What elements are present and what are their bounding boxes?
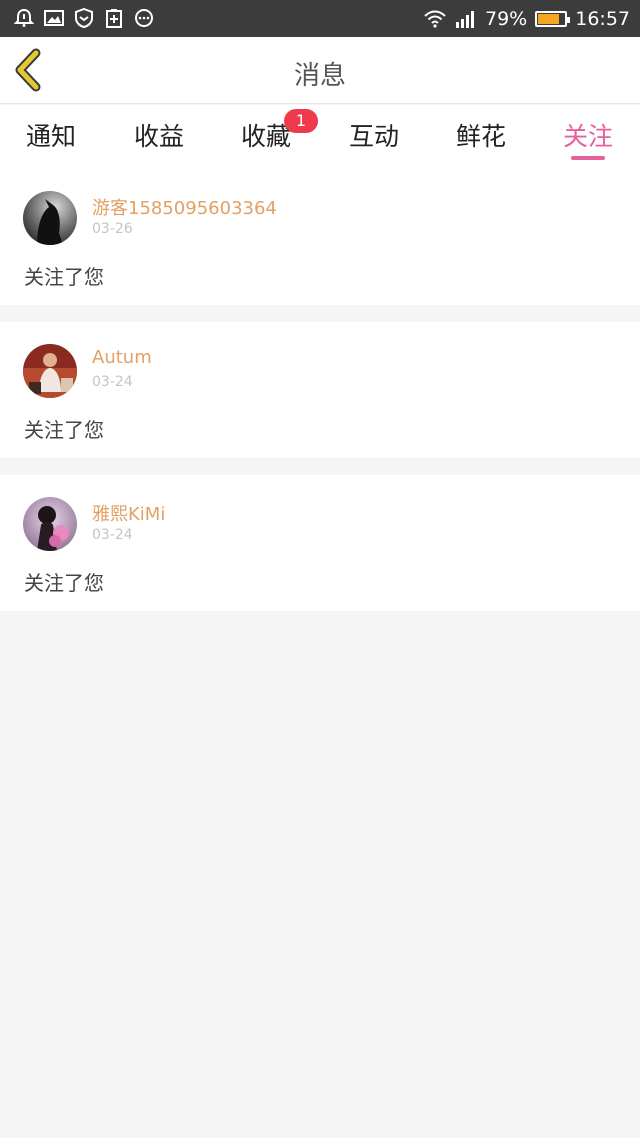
signal-icon	[456, 10, 474, 28]
list-item[interactable]: 雅熙KiMi 03-24 关注了您	[0, 475, 640, 611]
list-item[interactable]: 游客1585095603364 03-26 关注了您	[0, 169, 640, 305]
tab-label: 互动	[348, 122, 399, 151]
timestamp: 03-24	[92, 527, 133, 543]
tab-favorites[interactable]: 收藏 1	[226, 109, 318, 153]
tab-bar: 通知 收益 收藏 1 互动 鲜花 关注	[0, 105, 640, 169]
image-icon	[44, 10, 64, 26]
unread-badge: 1	[284, 109, 318, 133]
app-header: 消息	[0, 37, 640, 104]
timestamp: 03-24	[92, 374, 133, 390]
avatar-image	[23, 191, 77, 245]
avatar[interactable]	[23, 191, 77, 245]
avatar-image	[23, 497, 77, 551]
username[interactable]: 雅熙KiMi	[92, 500, 165, 526]
battery-saver-icon	[106, 9, 122, 28]
alarm-bell-icon	[14, 8, 34, 27]
status-bar: 79% 16:57	[0, 0, 640, 37]
message-text: 关注了您	[24, 418, 104, 442]
message-text: 关注了您	[24, 265, 104, 289]
active-tab-indicator	[571, 156, 605, 160]
tab-notifications[interactable]: 通知	[11, 117, 91, 153]
battery-fill	[538, 13, 560, 24]
tab-interactions[interactable]: 互动	[334, 117, 414, 153]
tab-following[interactable]: 关注	[548, 117, 628, 153]
tab-label: 收益	[133, 122, 184, 151]
wifi-icon	[424, 10, 446, 28]
tab-label: 关注	[562, 122, 613, 151]
timestamp: 03-26	[92, 221, 133, 237]
avatar-image	[23, 344, 77, 398]
list-item[interactable]: Autum 03-24 关注了您	[0, 322, 640, 458]
status-bar-left	[14, 8, 154, 28]
tab-flowers[interactable]: 鲜花	[441, 117, 521, 153]
battery-percent: 79%	[485, 7, 528, 30]
clock: 16:57	[575, 7, 630, 30]
more-icon	[135, 9, 153, 27]
status-bar-right: 79% 16:57	[423, 0, 630, 37]
tab-label: 鲜花	[455, 122, 506, 151]
page-title: 消息	[293, 61, 346, 91]
tab-label: 通知	[25, 122, 76, 151]
tab-label: 收藏	[240, 122, 291, 151]
avatar[interactable]	[23, 497, 77, 551]
username[interactable]: 游客1585095603364	[92, 194, 277, 220]
username[interactable]: Autum	[92, 347, 152, 368]
tab-earnings[interactable]: 收益	[119, 117, 199, 153]
message-text: 关注了您	[24, 571, 104, 595]
shield-icon	[75, 8, 93, 28]
avatar[interactable]	[23, 344, 77, 398]
battery-icon	[535, 10, 571, 27]
